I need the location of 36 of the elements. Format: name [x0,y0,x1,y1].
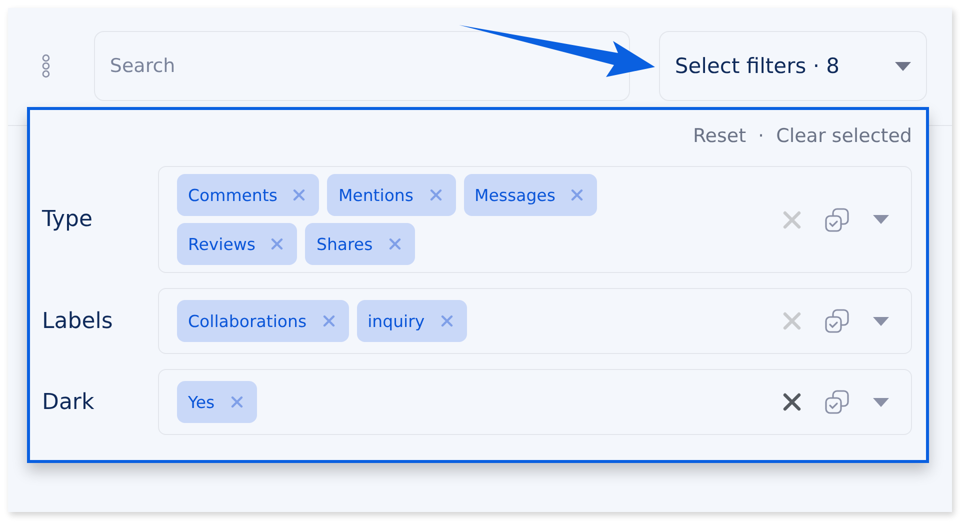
filter-label: Type [42,207,94,232]
tag-label: Mentions [338,186,414,204]
remove-icon[interactable] [388,238,401,250]
copy-check-icon[interactable] [823,388,851,416]
caret-icon [895,62,911,70]
caret-icon[interactable] [873,398,889,406]
caret-icon[interactable] [873,316,889,326]
caret-icon[interactable] [873,215,889,224]
search-field[interactable]: Search [94,31,630,101]
select-filters-button[interactable]: Select filters · 8 [658,31,927,101]
clear-icon[interactable] [783,393,801,411]
filter-field[interactable]: Collaborations inquiry [158,288,912,354]
remove-icon[interactable] [230,396,243,408]
tag-label: Messages [474,186,556,204]
tag-label: Shares [316,234,373,254]
tag-label: inquiry [368,312,425,330]
action-link[interactable]: Reset [692,125,746,147]
copy-check-icon[interactable] [823,307,851,335]
remove-icon[interactable] [293,189,306,201]
remove-icon[interactable] [322,315,335,327]
filter-label: Labels [42,308,114,334]
tag-label: Reviews [188,234,256,254]
remove-icon[interactable] [430,189,442,201]
action-link[interactable]: Clear selected [776,125,912,147]
remove-icon[interactable] [440,315,453,327]
remove-icon[interactable] [571,189,584,201]
tag-label: Collaborations [188,312,307,330]
remove-icon[interactable] [271,238,284,250]
filter-label: Dark [42,390,96,414]
tag-label: Comments [188,186,278,204]
separator: · [758,125,764,147]
more-icon[interactable] [41,53,51,79]
filter-field[interactable]: Yes [158,369,912,435]
filter-field[interactable]: Comments Mentions Messages Reviews Shares [158,166,912,273]
copy-check-icon[interactable] [823,206,851,234]
tag-label: Yes [188,392,215,412]
